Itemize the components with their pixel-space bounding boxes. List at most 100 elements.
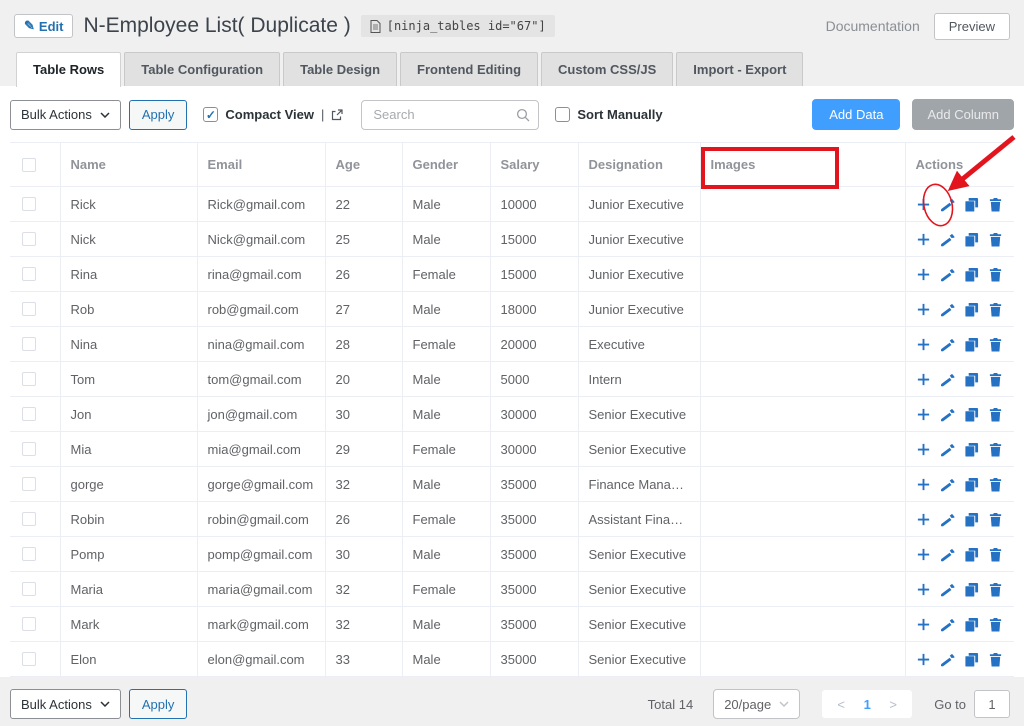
tab-table-design[interactable]: Table Design (283, 52, 397, 86)
row-checkbox[interactable] (22, 582, 36, 596)
duplicate-icon[interactable] (964, 302, 979, 317)
row-checkbox[interactable] (22, 442, 36, 456)
documentation-link[interactable]: Documentation (826, 18, 920, 34)
pencil-icon[interactable] (940, 407, 955, 422)
compact-view-checkbox[interactable]: ✓ (203, 107, 218, 122)
row-checkbox[interactable] (22, 197, 36, 211)
shortcode-badge[interactable]: [ninja_tables id="67"] (361, 15, 555, 37)
trash-icon[interactable] (988, 617, 1003, 632)
cell-age: 26 (325, 257, 402, 292)
row-checkbox[interactable] (22, 477, 36, 491)
plus-icon[interactable] (916, 302, 931, 317)
external-link-icon[interactable] (331, 109, 343, 121)
row-checkbox[interactable] (22, 652, 36, 666)
row-checkbox[interactable] (22, 302, 36, 316)
per-page-select[interactable]: 20/page (713, 689, 800, 719)
duplicate-icon[interactable] (964, 512, 979, 527)
trash-icon[interactable] (988, 547, 1003, 562)
tab-frontend-editing[interactable]: Frontend Editing (400, 52, 538, 86)
bulk-actions-select[interactable]: Bulk Actions (10, 100, 121, 130)
add-data-button[interactable]: Add Data (812, 99, 900, 130)
cell-images (700, 362, 905, 397)
duplicate-icon[interactable] (964, 547, 979, 562)
row-checkbox[interactable] (22, 407, 36, 421)
plus-icon[interactable] (916, 407, 931, 422)
duplicate-icon[interactable] (964, 652, 979, 667)
duplicate-icon[interactable] (964, 617, 979, 632)
duplicate-icon[interactable] (964, 442, 979, 457)
trash-icon[interactable] (988, 267, 1003, 282)
plus-icon[interactable] (916, 477, 931, 492)
apply-button-bottom[interactable]: Apply (129, 689, 188, 719)
pencil-icon[interactable] (940, 232, 955, 247)
preview-button[interactable]: Preview (934, 13, 1010, 40)
duplicate-icon[interactable] (964, 197, 979, 212)
bottom-bar: Bulk Actions Apply Total 14 20/page < 1 … (0, 677, 1024, 719)
trash-icon[interactable] (988, 232, 1003, 247)
tab-table-rows[interactable]: Table Rows (16, 52, 121, 87)
plus-icon[interactable] (916, 617, 931, 632)
trash-icon[interactable] (988, 407, 1003, 422)
tab-table-configuration[interactable]: Table Configuration (124, 52, 280, 86)
edit-title-button[interactable]: ✎ Edit (14, 14, 73, 38)
pencil-icon[interactable] (940, 477, 955, 492)
trash-icon[interactable] (988, 302, 1003, 317)
trash-icon[interactable] (988, 652, 1003, 667)
row-checkbox[interactable] (22, 547, 36, 561)
row-checkbox[interactable] (22, 337, 36, 351)
trash-icon[interactable] (988, 512, 1003, 527)
trash-icon[interactable] (988, 442, 1003, 457)
row-checkbox[interactable] (22, 512, 36, 526)
plus-icon[interactable] (916, 582, 931, 597)
pencil-icon[interactable] (940, 372, 955, 387)
plus-icon[interactable] (916, 337, 931, 352)
pencil-icon[interactable] (940, 337, 955, 352)
sort-manually-checkbox[interactable] (555, 107, 570, 122)
plus-icon[interactable] (916, 197, 931, 212)
cell-age: 30 (325, 537, 402, 572)
duplicate-icon[interactable] (964, 407, 979, 422)
page-number[interactable]: 1 (854, 697, 880, 712)
duplicate-icon[interactable] (964, 372, 979, 387)
trash-icon[interactable] (988, 372, 1003, 387)
row-checkbox[interactable] (22, 372, 36, 386)
duplicate-icon[interactable] (964, 337, 979, 352)
plus-icon[interactable] (916, 232, 931, 247)
pencil-icon[interactable] (940, 302, 955, 317)
duplicate-icon[interactable] (964, 582, 979, 597)
pencil-icon[interactable] (940, 512, 955, 527)
row-checkbox[interactable] (22, 232, 36, 246)
trash-icon[interactable] (988, 337, 1003, 352)
pencil-icon[interactable] (940, 582, 955, 597)
trash-icon[interactable] (988, 582, 1003, 597)
add-column-button[interactable]: Add Column (912, 99, 1014, 130)
duplicate-icon[interactable] (964, 267, 979, 282)
plus-icon[interactable] (916, 267, 931, 282)
pencil-icon[interactable] (940, 197, 955, 212)
trash-icon[interactable] (988, 477, 1003, 492)
tab-custom-css-js[interactable]: Custom CSS/JS (541, 52, 673, 86)
tab-import-export[interactable]: Import - Export (676, 52, 803, 86)
plus-icon[interactable] (916, 652, 931, 667)
select-all-checkbox[interactable] (22, 158, 36, 172)
apply-button[interactable]: Apply (129, 100, 188, 130)
plus-icon[interactable] (916, 442, 931, 457)
duplicate-icon[interactable] (964, 232, 979, 247)
row-checkbox[interactable] (22, 267, 36, 281)
pencil-icon[interactable] (940, 652, 955, 667)
trash-icon[interactable] (988, 197, 1003, 212)
row-checkbox[interactable] (22, 617, 36, 631)
plus-icon[interactable] (916, 372, 931, 387)
next-page-button[interactable]: > (880, 697, 906, 712)
pencil-icon[interactable] (940, 547, 955, 562)
go-to-page-input[interactable] (974, 690, 1010, 718)
pencil-icon[interactable] (940, 267, 955, 282)
bulk-actions-select-bottom[interactable]: Bulk Actions (10, 689, 121, 719)
pencil-icon[interactable] (940, 617, 955, 632)
plus-icon[interactable] (916, 547, 931, 562)
duplicate-icon[interactable] (964, 477, 979, 492)
search-input[interactable] (361, 100, 539, 130)
plus-icon[interactable] (916, 512, 931, 527)
pencil-icon[interactable] (940, 442, 955, 457)
prev-page-button[interactable]: < (828, 697, 854, 712)
